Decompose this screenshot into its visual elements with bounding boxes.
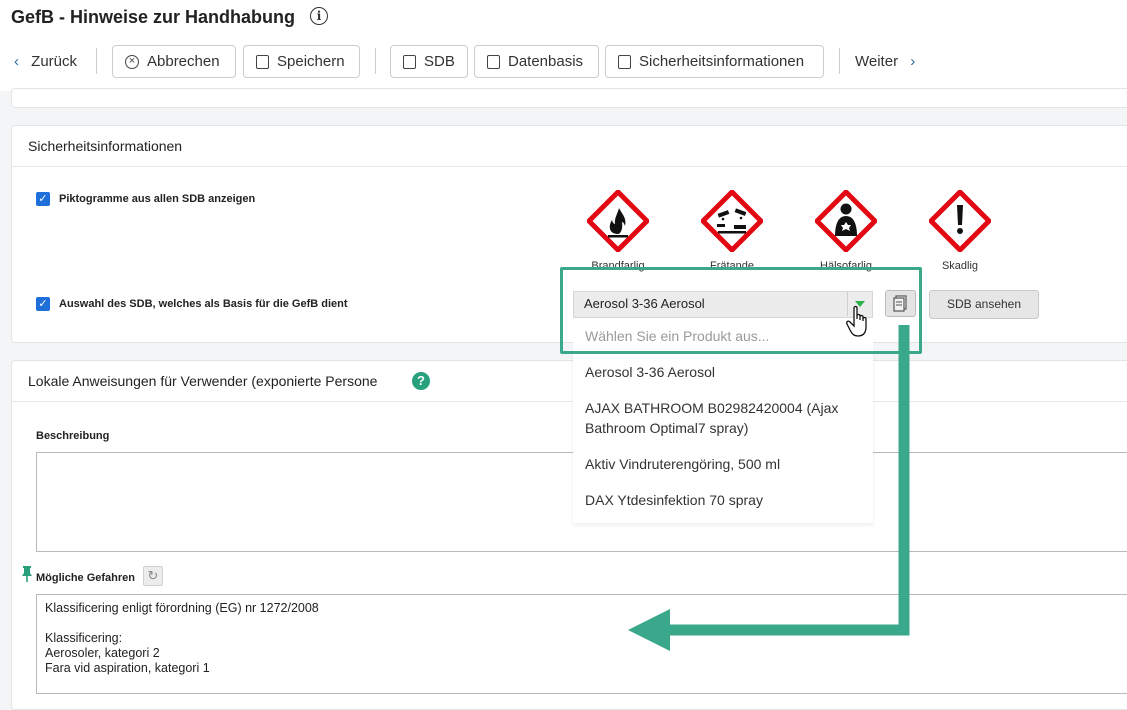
page-title: GefB - Hinweise zur Handhabung [11, 7, 296, 27]
previous-section-card [11, 88, 1127, 108]
dropdown-option[interactable]: AJAX BATHROOM B02982420004 (Ajax Bathroo… [585, 398, 838, 438]
toolbar-divider [375, 48, 376, 74]
database-label: Datenbasis [508, 53, 584, 70]
next-label: Weiter [855, 53, 899, 70]
chevron-left-icon: ‹ [14, 53, 19, 70]
flame-icon [585, 188, 651, 257]
toolbar-divider [96, 48, 97, 74]
corrosion-icon [699, 188, 765, 257]
pictogram-label: Skadlig [941, 260, 979, 272]
help-icon[interactable]: ? [412, 372, 430, 390]
hazards-value: Klassificering enligt förordning (EG) nr… [45, 601, 319, 675]
show-pictograms-checkbox[interactable]: ✓ [36, 192, 50, 206]
sdb-basis-checkbox[interactable]: ✓ [36, 297, 50, 311]
header-bar: GefB - Hinweise zur Handhabung i ‹ Zurüc… [0, 0, 1127, 91]
sdb-basis-label: Auswahl des SDB, welches als Basis für d… [59, 298, 348, 310]
safety-info-label: Sicherheitsinformationen [639, 53, 805, 70]
safety-card-title: Sicherheitsinformationen [28, 138, 183, 154]
database-icon [487, 54, 500, 69]
save-label: Speichern [277, 53, 345, 70]
database-button[interactable]: Datenbasis [474, 45, 599, 78]
local-card-title: Lokale Anweisungen für Verwender (exponi… [28, 373, 378, 389]
save-icon [256, 54, 269, 69]
description-label: Beschreibung [36, 430, 110, 442]
dropdown-option[interactable]: DAX Ytdesinfektion 70 spray [585, 490, 763, 510]
back-button[interactable]: ‹ Zurück [14, 45, 77, 78]
view-sdb-button[interactable]: SDB ansehen [929, 290, 1039, 319]
cancel-label: Abbrechen [147, 53, 220, 70]
cancel-button[interactable]: × Abbrechen [112, 45, 236, 78]
dropdown-options-list: Aerosol 3-36 Aerosol AJAX BATHROOM B0298… [573, 353, 873, 523]
health-hazard-icon [813, 188, 879, 257]
refresh-button[interactable]: ↻ [143, 566, 163, 586]
dropdown-option[interactable]: Aerosol 3-36 Aerosol [585, 362, 715, 382]
safety-info-icon [618, 54, 631, 69]
sdb-label: SDB [424, 53, 455, 70]
sdb-button[interactable]: SDB [390, 45, 468, 78]
cancel-icon: × [125, 54, 139, 69]
pin-icon[interactable] [21, 565, 33, 588]
hazards-label: Mögliche Gefahren [36, 572, 136, 584]
documents-icon [403, 54, 416, 69]
info-icon[interactable]: i [310, 7, 328, 25]
back-label: Zurück [31, 53, 78, 70]
card-divider [12, 401, 1127, 402]
exclamation-icon [927, 188, 993, 257]
chevron-right-icon: › [910, 53, 916, 70]
show-pictograms-label: Piktogramme aus allen SDB anzeigen [59, 193, 256, 205]
safety-info-button[interactable]: Sicherheitsinformationen [605, 45, 824, 78]
dropdown-option[interactable]: Aktiv Vindruterengöring, 500 ml [585, 454, 780, 474]
next-button[interactable]: Weiter › [855, 45, 915, 78]
hand-cursor-icon [846, 305, 867, 337]
save-button[interactable]: Speichern [243, 45, 360, 78]
refresh-icon: ↻ [147, 568, 159, 583]
hazards-textarea[interactable]: Klassificering enligt förordning (EG) nr… [36, 594, 1127, 694]
toolbar-divider [839, 48, 840, 74]
card-divider [12, 166, 1127, 167]
